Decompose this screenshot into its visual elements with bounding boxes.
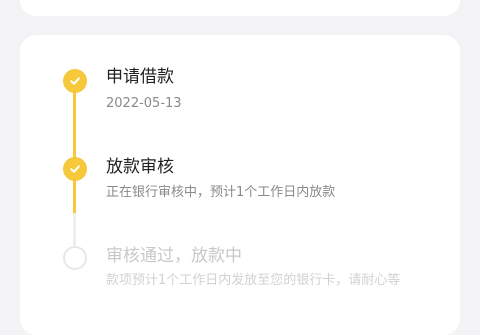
step-3-node [63, 246, 87, 270]
loan-progress-card: 申请借款 2022-05-13 放款审核 正在银行审核中，预计1个工作日内放款 … [20, 35, 460, 335]
check-icon [70, 165, 80, 173]
top-card [20, 0, 460, 16]
step-2-desc: 正在银行审核中，预计1个工作日内放款 [106, 185, 336, 200]
step-1-date: 2022-05-13 [106, 96, 182, 111]
step-2-node [63, 157, 87, 181]
step-1-node [63, 69, 87, 93]
timeline-line-completed [73, 83, 76, 213]
step-3-title: 审核通过，放款中 [106, 246, 242, 266]
check-icon [70, 77, 80, 85]
step-3-desc: 款项预计1个工作日内发放至您的银行卡，请耐心等 [106, 273, 401, 288]
step-1-title: 申请借款 [106, 67, 174, 87]
step-2-title: 放款审核 [106, 157, 174, 177]
